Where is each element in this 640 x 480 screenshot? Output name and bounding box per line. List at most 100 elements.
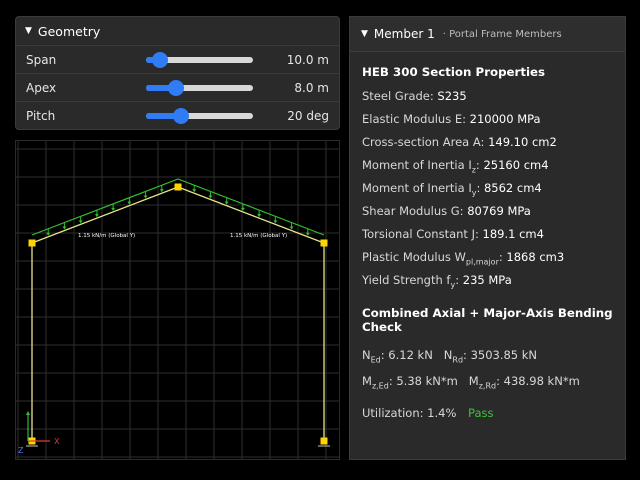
load-arrowhead	[192, 189, 197, 193]
area-label: Cross-section Area A:	[362, 135, 485, 149]
ned-value: 6.12 kN	[388, 348, 433, 362]
plastic-modulus-label: Plastic Modulus W	[362, 250, 466, 264]
shear-modulus-value: 80769 MPa	[467, 204, 531, 218]
geometry-title: Geometry	[37, 23, 101, 39]
steel-grade-value: S235	[437, 89, 467, 103]
collapse-triangle-icon[interactable]: ▼	[25, 26, 32, 36]
load-arrowhead	[224, 201, 229, 205]
load-arrowhead	[208, 195, 213, 199]
inertia-y: Moment of Inertia Iy: 8562 cm4	[362, 181, 542, 198]
load-arrowhead	[257, 214, 262, 218]
yield-strength: Yield Strength fy: 235 MPa	[362, 273, 512, 290]
torsional-constant: Torsional Constant J: 189.1 cm4	[362, 223, 613, 246]
elastic-modulus-value: 210000 MPa	[469, 112, 541, 126]
steel-grade: Steel Grade: S235	[362, 85, 613, 108]
utilization-label: Utilization:	[362, 406, 424, 420]
med-value: 5.38 kN*m	[396, 374, 458, 388]
inertia-y-label: Moment of Inertia I	[362, 181, 472, 195]
span-value: 10.0 m	[286, 52, 329, 67]
load-label-right: 1.15 kN/m (Global Y)	[230, 233, 287, 239]
span-label: Span	[26, 52, 57, 67]
elastic-modulus-label: Elastic Modulus E:	[362, 112, 466, 126]
bending-moments: Mz,Ed: 5.38 kN*m Mz,Rd: 438.98 kN*m	[362, 374, 580, 391]
load-label-left: 1.15 kN/m (Global Y)	[78, 233, 135, 239]
load-arrowhead	[46, 232, 51, 236]
section-title: HEB 300 Section Properties	[362, 65, 546, 79]
apex-row: Apex 8.0 m	[16, 74, 339, 102]
span-row: Span 10.0 m	[16, 46, 339, 74]
apex-slider-thumb[interactable]	[167, 79, 184, 96]
geometry-header[interactable]: ▼ Geometry	[16, 17, 339, 46]
yield-strength-value: 235 MPa	[462, 273, 512, 287]
load-arrowhead	[127, 201, 132, 205]
med-sub: z,Ed	[371, 381, 389, 391]
load-arrowhead	[305, 232, 310, 236]
member-title: Member 1	[373, 27, 435, 41]
axial-forces: NEd: 6.12 kN NRd: 3503.85 kN	[362, 348, 538, 365]
apex-slider[interactable]	[146, 79, 253, 96]
plastic-modulus-sub: pl,major	[465, 257, 499, 267]
frame-node	[28, 239, 36, 247]
load-arrowhead	[289, 226, 294, 230]
area: Cross-section Area A: 149.10 cm2	[362, 131, 613, 154]
med-label: M	[362, 374, 372, 388]
y-axis-arrow-icon	[26, 411, 30, 415]
pitch-slider-thumb[interactable]	[173, 108, 190, 124]
x-axis-label: X	[54, 437, 60, 446]
ned-sub: Ed	[370, 355, 381, 365]
load-arrowhead	[159, 189, 164, 193]
pitch-value: 20 deg	[287, 109, 329, 123]
pitch-slider[interactable]	[146, 108, 253, 124]
check-title: Combined Axial + Major-Axis Bending Chec…	[362, 306, 613, 334]
z-axis-label: Z	[18, 446, 24, 455]
inertia-z: Moment of Inertia Iz: 25160 cm4	[362, 158, 549, 175]
geometry-panel: ▼ Geometry Span 10.0 m Apex 8.0 m Pitch …	[15, 16, 340, 130]
load-arrowhead	[111, 207, 116, 211]
ned-label: N	[362, 348, 371, 362]
apex-value: 8.0 m	[294, 80, 329, 95]
inertia-y-value: 8562 cm4	[483, 181, 542, 195]
span-slider-thumb[interactable]	[151, 51, 168, 68]
elastic-modulus: Elastic Modulus E: 210000 MPa	[362, 108, 613, 131]
plastic-modulus-value: 1868 cm3	[506, 250, 565, 264]
inertia-z-label: Moment of Inertia I	[362, 158, 472, 172]
frame-canvas[interactable]: 1.15 kN/m (Global Y) 1.15 kN/m (Global Y)…	[16, 141, 339, 459]
shear-modulus-label: Shear Modulus G:	[362, 204, 464, 218]
span-slider[interactable]	[146, 51, 253, 68]
inertia-z-value: 25160 cm4	[483, 158, 549, 172]
utilization-value: 1.4%	[427, 406, 457, 420]
member-header[interactable]: ▼ Member 1 · Portal Frame Members	[350, 17, 625, 52]
load-arrowhead	[94, 214, 99, 218]
load-arrowhead	[273, 220, 278, 224]
pitch-row: Pitch 20 deg	[16, 102, 339, 130]
member-subtitle-text: Portal Frame Members	[449, 28, 562, 40]
member-subtitle: · Portal Frame Members	[442, 28, 562, 40]
shear-modulus: Shear Modulus G: 80769 MPa	[362, 200, 613, 223]
inertia-z-sub: z	[471, 165, 476, 175]
torsional-constant-value: 189.1 cm4	[482, 227, 544, 241]
apex-label: Apex	[26, 80, 57, 95]
yield-strength-label: Yield Strength f	[362, 273, 451, 287]
frame-viewport[interactable]: 1.15 kN/m (Global Y) 1.15 kN/m (Global Y)…	[15, 140, 340, 460]
load-arrowhead	[78, 220, 83, 224]
inertia-y-sub: y	[471, 188, 477, 198]
area-value: 149.10 cm2	[488, 135, 557, 149]
status-badge: Pass	[468, 406, 494, 420]
frame-node	[174, 183, 182, 191]
load-arrowhead	[240, 207, 245, 211]
mrd-value: 438.98 kN*m	[503, 374, 580, 388]
utilization: Utilization: 1.4% Pass	[362, 400, 613, 426]
nrd-value: 3503.85 kN	[470, 348, 538, 362]
mrd-sub: z,Rd	[478, 381, 497, 391]
torsional-constant-label: Torsional Constant J:	[362, 227, 479, 241]
member-panel: ▼ Member 1 · Portal Frame Members HEB 30…	[349, 16, 626, 460]
collapse-triangle-icon[interactable]: ▼	[361, 29, 368, 39]
pitch-label: Pitch	[26, 109, 56, 123]
frame-node	[320, 239, 328, 247]
yield-strength-sub: y	[450, 280, 456, 290]
load-arrowhead	[143, 195, 148, 199]
plastic-modulus: Plastic Modulus Wpl,major: 1868 cm3	[362, 250, 565, 267]
frame-node	[320, 437, 328, 445]
load-arrowhead	[62, 226, 67, 230]
mrd-label: M	[468, 374, 479, 388]
